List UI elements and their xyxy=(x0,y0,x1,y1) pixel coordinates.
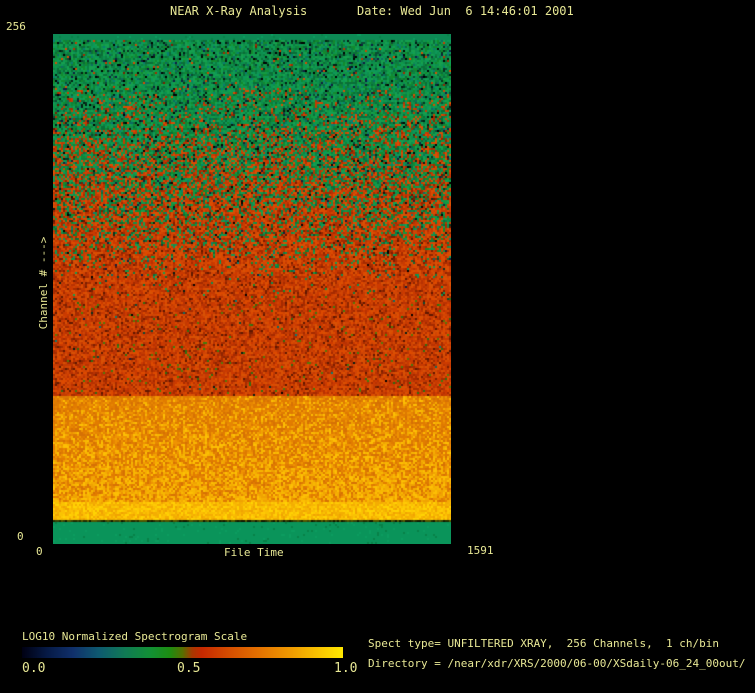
colorbar-title: LOG10 Normalized Spectrogram Scale xyxy=(22,631,247,643)
x-axis-label: File Time xyxy=(224,547,284,559)
spectrogram-canvas xyxy=(53,34,451,544)
page-title: NEAR X-Ray Analysis xyxy=(170,5,307,17)
colorbar-tick-1: 1.0 xyxy=(334,663,357,675)
directory-line: Directory = /near/xdr/XRS/2000/06-00/XSd… xyxy=(368,658,746,670)
colorbar-tick-0: 0.0 xyxy=(22,663,45,675)
colorbar-tick-05: 0.5 xyxy=(177,663,200,675)
y-axis-min-tick: 0 xyxy=(17,531,24,543)
spect-type-line: Spect type= UNFILTERED XRAY, 256 Channel… xyxy=(368,638,719,650)
spectrogram-plot xyxy=(53,34,451,544)
header-date: Date: Wed Jun 6 14:46:01 2001 xyxy=(357,5,574,17)
x-axis-min-tick: 0 xyxy=(36,546,43,558)
colorbar-gradient xyxy=(22,647,343,658)
y-axis-label: Channel # ---> xyxy=(38,202,50,364)
x-axis-max-tick: 1591 xyxy=(467,545,494,557)
near-xray-analysis-window: NEAR X-Ray Analysis Date: Wed Jun 6 14:4… xyxy=(0,0,755,693)
y-axis-max-tick: 256 xyxy=(6,21,26,33)
